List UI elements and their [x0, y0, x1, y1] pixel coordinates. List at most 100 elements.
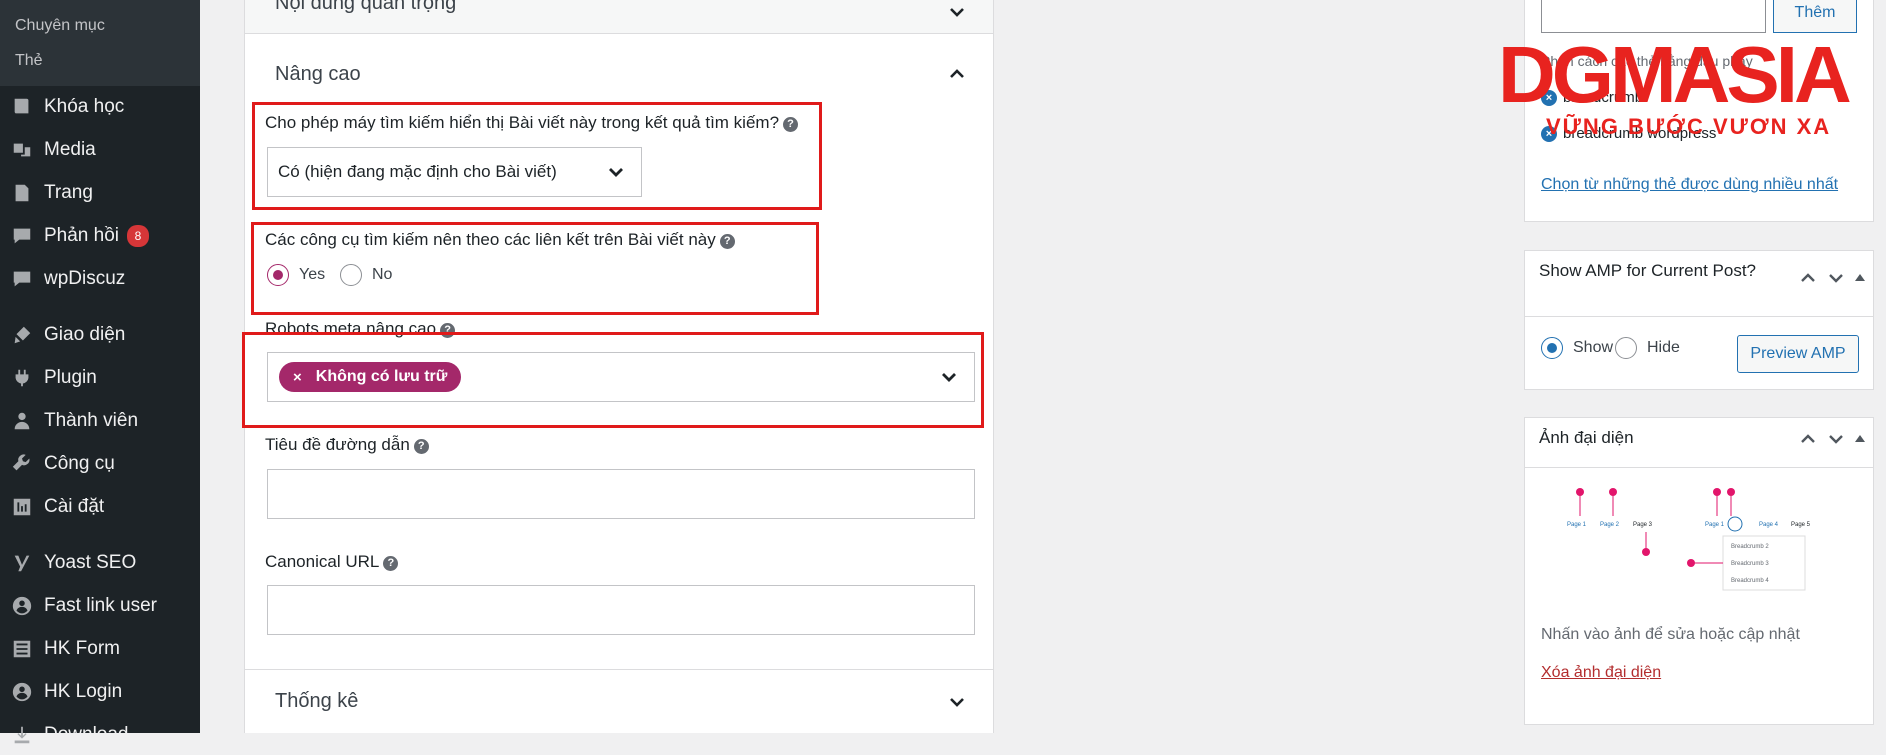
wrench-icon: [10, 452, 34, 476]
thumb-page1: Page 1: [1567, 522, 1587, 528]
move-up-icon[interactable]: [1799, 430, 1817, 448]
submenu-categories[interactable]: Chuyên mục: [0, 14, 200, 49]
radio-unchecked-icon: [1615, 337, 1637, 359]
notification-badge: 8: [127, 225, 150, 247]
thumb-page1b: Page 1: [1705, 522, 1725, 528]
brush-icon: [10, 323, 34, 347]
sidebar-item-10[interactable]: Yoast SEO: [0, 543, 200, 583]
canonical-url-label: Canonical URL?: [265, 552, 399, 572]
sidebar-item-12[interactable]: HK Form: [0, 629, 200, 669]
section-stats[interactable]: Thống kê: [245, 669, 993, 733]
section-important-content-title: Nội dung quan trọng: [275, 0, 457, 14]
highlight-box: [251, 222, 819, 315]
box-controls: [1799, 430, 1865, 448]
most-used-tags-link[interactable]: Chọn từ những thẻ được dùng nhiều nhất: [1541, 176, 1838, 193]
sidebar-item-label: HK Form: [44, 638, 120, 659]
sidebar-item-label: Media: [44, 139, 96, 160]
submenu-tags[interactable]: Thẻ: [0, 49, 200, 84]
thumb-bc3: Breadcrumb 3: [1731, 561, 1769, 567]
collapse-icon[interactable]: [1855, 435, 1865, 442]
featured-header: Ảnh đại diện: [1525, 418, 1873, 468]
sidebar-item-4[interactable]: wpDiscuz: [0, 259, 200, 299]
thumb-page4: Page 4: [1759, 522, 1779, 528]
user-circle-icon: [10, 680, 34, 704]
sidebar-item-label: Cài đặt: [44, 496, 105, 517]
amp-hide-label: Hide: [1647, 339, 1680, 356]
yoast-icon: [10, 551, 34, 575]
section-stats-title: Thống kê: [275, 690, 359, 712]
chevron-down-icon[interactable]: [947, 2, 967, 22]
preview-amp-label: Preview AMP: [1750, 345, 1846, 362]
amp-box: Show AMP for Current Post? Show Hide Pre…: [1524, 250, 1874, 390]
user-circle-icon: [10, 594, 34, 618]
sidebar-item-label: Thành viên: [44, 410, 139, 431]
sidebar-item-7[interactable]: Thành viên: [0, 401, 200, 441]
sidebar-item-label: Công cụ: [44, 453, 115, 474]
help-icon[interactable]: ?: [383, 556, 399, 571]
sidebar-item-9[interactable]: Cài đặt: [0, 487, 200, 527]
slogan-text: VỮNG BƯỚC VƯƠN XA: [1546, 114, 1831, 138]
chevron-down-icon[interactable]: [947, 692, 967, 712]
comment-icon: [10, 224, 34, 248]
sidebar-item-label: Giao diện: [44, 324, 126, 345]
sidebar-item-label: Yoast SEO: [44, 552, 137, 573]
breadcrumb-title-label: Tiêu đề đường dẫn?: [265, 435, 429, 455]
sidebar-item-label: HK Login: [44, 681, 123, 702]
move-up-icon[interactable]: [1799, 269, 1817, 287]
sidebar-item-2[interactable]: Trang: [0, 173, 200, 213]
breadcrumb-title-label-text: Tiêu đề đường dẫn: [265, 435, 410, 454]
plugin-icon: [10, 366, 34, 390]
sidebar-item-label: Fast link user: [44, 595, 157, 616]
book-icon: [10, 95, 34, 119]
sidebar-item-label: Phản hồi: [44, 225, 120, 246]
sidebar-item-3[interactable]: Phản hồi 8: [0, 216, 200, 256]
thumb-bc2: Breadcrumb 2: [1731, 544, 1769, 550]
section-advanced-title: Nâng cao: [275, 62, 361, 85]
discuss-icon: [10, 267, 34, 291]
sidebar-item-6[interactable]: Plugin: [0, 358, 200, 398]
dgmasia-watermark: DGMASIA VỮNG BƯỚC VƯƠN XA: [1496, 8, 1886, 139]
highlight-box: [242, 332, 984, 428]
featured-title: Ảnh đại diện: [1539, 428, 1634, 447]
move-down-icon[interactable]: [1827, 430, 1845, 448]
sidebar-item-11[interactable]: Fast link user: [0, 586, 200, 626]
sidebar-item-14[interactable]: Download: [0, 715, 200, 755]
sidebar-item-1[interactable]: Media: [0, 130, 200, 170]
amp-hide-radio[interactable]: Hide: [1615, 337, 1680, 359]
sidebar-item-13[interactable]: HK Login: [0, 672, 200, 712]
form-icon: [10, 637, 34, 661]
media-icon: [10, 138, 34, 162]
thumb-page3: Page 3: [1633, 522, 1653, 528]
brand-text: DGMASIA: [1498, 30, 1850, 119]
box-controls: [1799, 269, 1865, 287]
remove-featured-image-link[interactable]: Xóa ảnh đại diện: [1541, 664, 1661, 681]
canonical-url-input[interactable]: [267, 585, 975, 635]
help-icon[interactable]: ?: [413, 439, 429, 454]
download-icon: [10, 723, 34, 747]
user-icon: [10, 409, 34, 433]
move-down-icon[interactable]: [1827, 269, 1845, 287]
featured-image-box: Ảnh đại diện Page 1 Page 2 Page 3 Page 1…: [1524, 417, 1874, 725]
section-advanced[interactable]: Nâng cao: [245, 46, 993, 102]
canonical-url-label-text: Canonical URL: [265, 552, 380, 571]
featured-hint: Nhấn vào ảnh để sửa hoặc cập nhật: [1541, 626, 1800, 643]
thumb-page2: Page 2: [1600, 522, 1620, 528]
featured-image-thumbnail[interactable]: Page 1 Page 2 Page 3 Page 1 Page 4 Page …: [1545, 480, 1845, 610]
posts-submenu: Chuyên mục Thẻ: [0, 0, 200, 86]
breadcrumb-title-input[interactable]: [267, 469, 975, 519]
preview-amp-button[interactable]: Preview AMP: [1737, 335, 1859, 373]
chevron-up-icon[interactable]: [947, 64, 967, 84]
amp-header: Show AMP for Current Post?: [1525, 251, 1873, 317]
settings-icon: [10, 495, 34, 519]
sidebar-item-label: Download: [44, 724, 129, 745]
sidebar-item-0[interactable]: Khóa học: [0, 87, 200, 127]
amp-show-radio[interactable]: Show: [1541, 337, 1613, 359]
radio-checked-icon: [1541, 337, 1563, 359]
collapse-icon[interactable]: [1855, 274, 1865, 281]
sidebar-item-8[interactable]: Công cụ: [0, 444, 200, 484]
page-icon: [10, 181, 34, 205]
section-important-content[interactable]: Nội dung quan trọng: [245, 0, 993, 34]
thumb-page5: Page 5: [1791, 522, 1811, 528]
seo-metabox: Nội dung quan trọng Nâng cao Cho phép má…: [242, 0, 994, 733]
sidebar-item-5[interactable]: Giao diện: [0, 315, 200, 355]
